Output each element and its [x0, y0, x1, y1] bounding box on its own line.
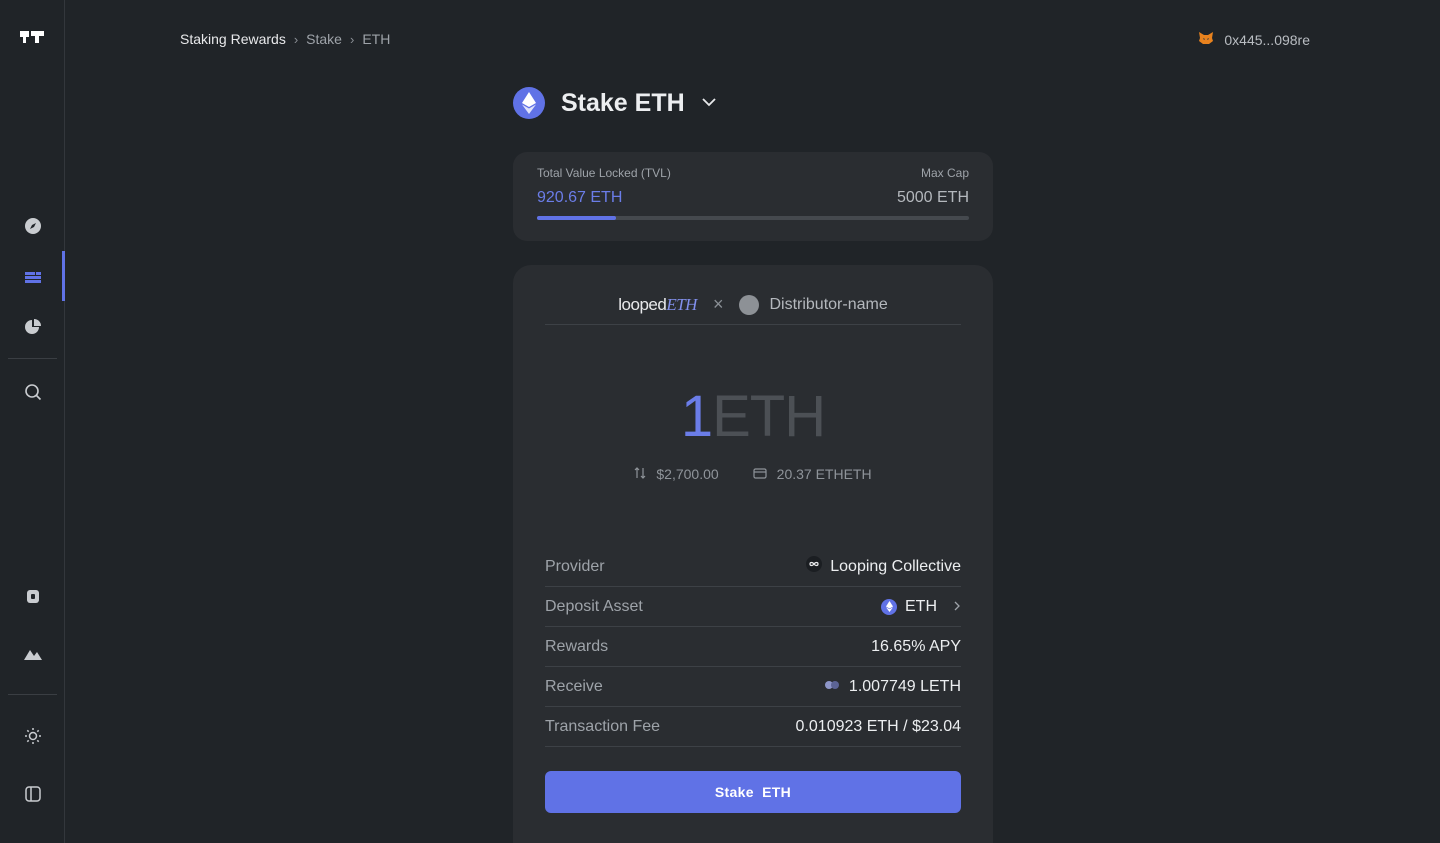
tvl-progress-fill	[537, 216, 617, 220]
wallet-address-button[interactable]: 0x445...098re	[1198, 31, 1310, 48]
detail-row-transaction-fee: Transaction Fee 0.010923 ETH / $23.04	[545, 707, 961, 747]
sidebar-divider	[8, 694, 57, 695]
stake-button[interactable]: Stake ETH	[545, 771, 961, 813]
page-title: Stake ETH	[561, 88, 685, 117]
app-logo[interactable]	[20, 28, 46, 46]
wallet-address: 0x445...098re	[1224, 31, 1310, 48]
mountain-icon[interactable]	[22, 643, 44, 665]
rewards-label: Rewards	[545, 637, 609, 655]
wallet-icon	[753, 466, 767, 482]
max-cap-label: Max Cap	[920, 166, 969, 180]
search-icon[interactable]	[22, 381, 44, 403]
detail-row-rewards: Rewards 16.65% APY	[545, 627, 961, 667]
ethereum-icon	[881, 598, 897, 615]
asset-selector[interactable]: Stake ETH	[513, 87, 717, 119]
breadcrumb-separator: ›	[293, 31, 299, 47]
sidebar-divider	[8, 358, 57, 359]
rewards-value: 16.65% APY	[871, 637, 961, 655]
receive-value: 1.007749 LETH	[823, 678, 961, 696]
layers-icon[interactable]	[22, 266, 44, 288]
tvl-card: Total Value Locked (TVL) Max Cap 920.67 …	[513, 152, 993, 241]
distributor-avatar	[739, 294, 760, 315]
close-icon: ×	[712, 294, 724, 314]
detail-row-provider: Provider Looping Collective	[545, 547, 961, 587]
pie-chart-icon[interactable]	[22, 316, 44, 338]
breadcrumb-item-eth: ETH	[362, 31, 391, 47]
breadcrumb: Staking Rewards › Stake › ETH	[180, 31, 390, 47]
provider-value: Looping Collective	[806, 556, 961, 577]
deposit-asset-value: ETH	[881, 598, 961, 616]
compass-icon[interactable]	[22, 215, 44, 237]
chevron-down-icon	[701, 94, 717, 112]
breadcrumb-item-stake[interactable]: Stake	[306, 31, 342, 47]
leth-token-icon	[823, 678, 841, 696]
ethereum-icon	[513, 87, 545, 119]
tvl-label: Total Value Locked (TVL)	[537, 166, 671, 180]
stake-card: loopedETH × Distributor-name 1ETH $2,700…	[513, 265, 993, 843]
breadcrumb-item-staking-rewards[interactable]: Staking Rewards	[180, 31, 286, 47]
usd-value: $2,700.00	[656, 466, 719, 482]
fee-value: 0.010923 ETH / $23.04	[795, 717, 961, 735]
balance[interactable]: 20.37 ETHETH	[753, 466, 872, 482]
chevron-right-icon	[953, 598, 961, 616]
detail-row-deposit-asset[interactable]: Deposit Asset ETH	[545, 587, 961, 627]
distributor: Distributor-name	[739, 294, 888, 315]
amount-value: 1	[680, 384, 713, 449]
deposit-asset-label: Deposit Asset	[545, 597, 643, 615]
tvl-value: 920.67 ETH	[537, 189, 623, 206]
nav-active-indicator	[62, 251, 65, 301]
amount-unit: ETH	[712, 384, 826, 449]
detail-row-receive: Receive 1.007749 LETH	[545, 667, 961, 707]
balance-value: 20.37 ETHETH	[776, 466, 872, 482]
partner-header: loopedETH × Distributor-name	[545, 285, 961, 325]
amount-input[interactable]: 1ETH	[513, 383, 993, 450]
amount-subinfo: $2,700.00 20.37 ETHETH	[513, 466, 993, 482]
max-cap-value: 5000 ETH	[896, 189, 969, 206]
receive-label: Receive	[545, 677, 603, 695]
provider-label: Provider	[545, 557, 605, 575]
sidebar-toggle-icon[interactable]	[22, 783, 44, 805]
looped-eth-logo: loopedETH	[618, 294, 697, 314]
wallet-icon[interactable]	[22, 585, 44, 607]
infinity-icon	[806, 556, 823, 577]
breadcrumb-separator: ›	[349, 31, 355, 47]
fee-label: Transaction Fee	[545, 717, 661, 735]
sun-icon[interactable]	[22, 725, 44, 747]
sidebar	[0, 0, 65, 843]
metamask-fox-icon	[1198, 31, 1214, 48]
tvl-progress-bar	[537, 216, 969, 220]
distributor-name: Distributor-name	[769, 295, 888, 313]
stake-details: Provider Looping Collective Deposit Asse…	[545, 547, 961, 747]
usd-toggle[interactable]: $2,700.00	[634, 466, 719, 482]
swap-arrows-icon	[634, 466, 646, 482]
